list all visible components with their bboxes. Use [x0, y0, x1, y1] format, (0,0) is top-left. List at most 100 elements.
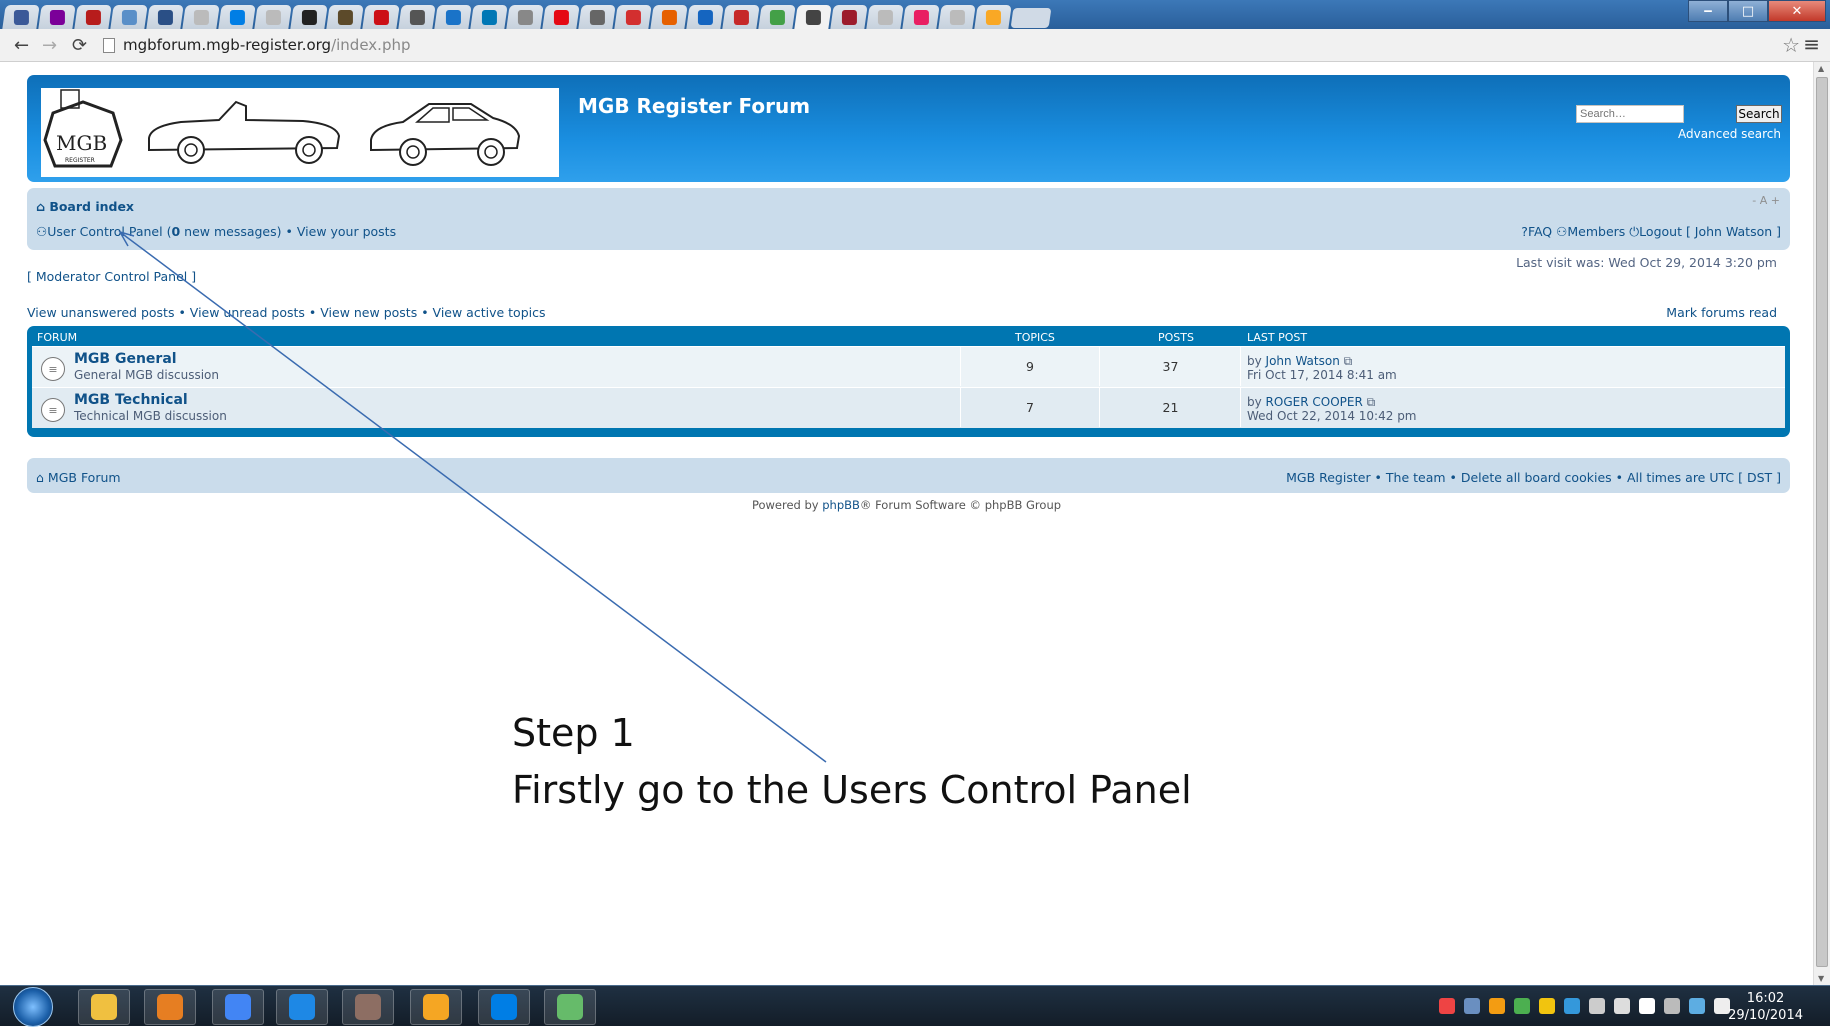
tray-icon[interactable]: [1439, 998, 1455, 1014]
network-icon[interactable]: [1589, 998, 1605, 1014]
last-post-author-link[interactable]: John Watson: [1266, 354, 1340, 368]
scroll-up-arrow-icon[interactable]: ▲: [1818, 64, 1824, 73]
opera-icon: [373, 9, 389, 25]
minimize-button[interactable]: ‒: [1688, 0, 1728, 22]
browser-tab[interactable]: [362, 5, 400, 29]
ucp-link[interactable]: User Control Panel: [47, 224, 162, 239]
tray-icon[interactable]: [1639, 998, 1655, 1014]
tray-icon[interactable]: [1489, 998, 1505, 1014]
forum-name-link[interactable]: MGB Technical: [74, 392, 188, 408]
browser-tab[interactable]: [578, 5, 616, 29]
font-size-controls[interactable]: - A +: [1752, 194, 1780, 207]
board-index-link[interactable]: Board index: [49, 199, 134, 214]
view-latest-post-icon[interactable]: ⧉: [1344, 354, 1353, 368]
new-messages-count[interactable]: 0: [171, 224, 180, 239]
tray-icon[interactable]: [1539, 998, 1555, 1014]
scroll-down-arrow-icon[interactable]: ▼: [1818, 974, 1824, 983]
url-domain: mgbforum.mgb-register.org: [123, 36, 332, 54]
tray-icon[interactable]: [1664, 998, 1680, 1014]
taskbar-app-button[interactable]: [342, 989, 394, 1025]
browser-tab[interactable]: [110, 5, 148, 29]
taskbar: 16:02 29/10/2014: [0, 985, 1830, 1027]
taskbar-app-button[interactable]: [78, 989, 130, 1025]
view-active-link[interactable]: View active topics: [433, 305, 546, 320]
tray-icon[interactable]: [1564, 998, 1580, 1014]
browser-tab[interactable]: [146, 5, 184, 29]
browser-tab[interactable]: [722, 5, 760, 29]
url-field[interactable]: mgbforum.mgb-register.org/index.php: [103, 34, 411, 56]
close-window-button[interactable]: ✕: [1768, 0, 1826, 22]
taskbar-app-button[interactable]: [478, 989, 530, 1025]
reload-icon[interactable]: ⟳: [72, 35, 87, 56]
menu-icon[interactable]: ≡: [1803, 32, 1820, 56]
browser-tab[interactable]: [614, 5, 652, 29]
volume-icon[interactable]: [1614, 998, 1630, 1014]
browser-tab[interactable]: [974, 5, 1012, 29]
browser-tab[interactable]: [38, 5, 76, 29]
browser-tab[interactable]: [866, 5, 904, 29]
footer-links[interactable]: MGB Register • The team • Delete all boa…: [1286, 470, 1781, 485]
tray-icon[interactable]: [1464, 998, 1480, 1014]
bookmark-star-icon[interactable]: ☆: [1782, 33, 1800, 57]
browser-tab[interactable]: [470, 5, 508, 29]
clock[interactable]: 16:02 29/10/2014: [1728, 990, 1803, 1024]
maximize-button[interactable]: □: [1728, 0, 1768, 22]
browser-tab[interactable]: [218, 5, 256, 29]
taskbar-app-button[interactable]: [212, 989, 264, 1025]
view-unanswered-link[interactable]: View unanswered posts: [27, 305, 174, 320]
new-tab-button[interactable]: [1010, 8, 1052, 28]
back-arrow-icon[interactable]: ←: [14, 35, 29, 56]
browser-tab[interactable]: [2, 5, 40, 29]
members-link[interactable]: Members: [1567, 224, 1625, 239]
taskbar-app-button[interactable]: [544, 989, 596, 1025]
shield-icon: [769, 9, 785, 25]
view-unread-link[interactable]: View unread posts: [190, 305, 305, 320]
browser-tab[interactable]: [434, 5, 472, 29]
vertical-scrollbar[interactable]: ▲ ▼: [1813, 62, 1830, 985]
view-latest-post-icon[interactable]: ⧉: [1367, 395, 1376, 409]
browser-tab[interactable]: [74, 5, 112, 29]
tray-icon[interactable]: [1514, 998, 1530, 1014]
taskbar-app-button[interactable]: [144, 989, 196, 1025]
browser-tab[interactable]: [254, 5, 292, 29]
moderator-cp-link[interactable]: [ Moderator Control Panel ]: [27, 269, 196, 284]
browser-tab[interactable]: [506, 5, 544, 29]
mgb-forum-link[interactable]: MGB Forum: [48, 470, 121, 485]
browser-tab[interactable]: [326, 5, 364, 29]
browser-tab[interactable]: [758, 5, 796, 29]
dropbox-tray-icon[interactable]: [1689, 998, 1705, 1014]
scrollbar-thumb[interactable]: [1816, 77, 1828, 967]
faq-link[interactable]: FAQ: [1528, 224, 1552, 239]
browser-tab[interactable]: [686, 5, 724, 29]
browser-tab[interactable]: [290, 5, 328, 29]
last-post-date: Wed Oct 22, 2014 10:42 pm: [1247, 409, 1417, 423]
browser-tab[interactable]: [938, 5, 976, 29]
site-logo[interactable]: MGB REGISTER: [41, 88, 559, 177]
search-input[interactable]: [1576, 105, 1684, 123]
mark-forums-read-link[interactable]: Mark forums read: [1666, 305, 1777, 320]
browser-tab[interactable]: [398, 5, 436, 29]
browser-tab[interactable]: [650, 5, 688, 29]
taskbar-app-button[interactable]: [276, 989, 328, 1025]
col-topics: TOPICS: [1015, 331, 1055, 344]
search-button[interactable]: Search: [1736, 105, 1782, 123]
new-messages-label[interactable]: new messages): [184, 224, 281, 239]
last-post-author-link[interactable]: ROGER COOPER: [1266, 395, 1363, 409]
view-new-link[interactable]: View new posts: [320, 305, 417, 320]
user-icon: ⚇: [36, 224, 48, 239]
forum-name-link[interactable]: MGB General: [74, 351, 177, 367]
browser-tab[interactable]: [542, 5, 580, 29]
phpbb-link[interactable]: phpBB: [822, 498, 860, 512]
view-your-posts-link[interactable]: View your posts: [297, 224, 396, 239]
browser-tab[interactable]: [794, 5, 832, 29]
taskbar-app-button[interactable]: [410, 989, 462, 1025]
start-button[interactable]: [13, 987, 53, 1027]
browser-tab[interactable]: [182, 5, 220, 29]
browser-tab[interactable]: [830, 5, 868, 29]
media-player-icon: [157, 994, 183, 1020]
advanced-search-link[interactable]: Advanced search: [1678, 127, 1781, 141]
logout-link[interactable]: Logout [ John Watson ]: [1639, 224, 1781, 239]
browser-tab[interactable]: [902, 5, 940, 29]
forward-arrow-icon[interactable]: →: [42, 35, 57, 56]
last-post-date: Fri Oct 17, 2014 8:41 am: [1247, 368, 1397, 382]
